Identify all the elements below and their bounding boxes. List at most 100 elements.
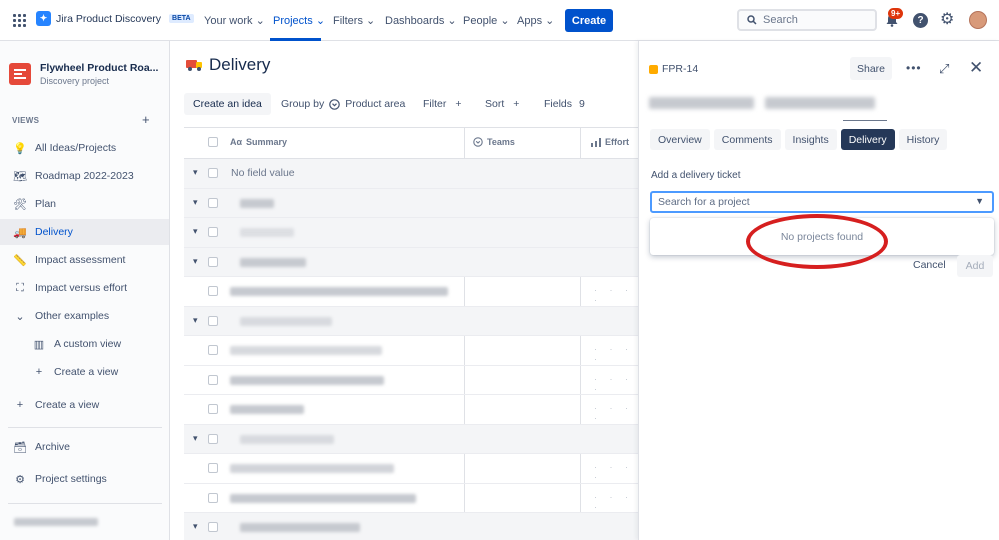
app-switcher-icon[interactable] xyxy=(13,14,26,27)
close-icon[interactable]: ✕ xyxy=(969,58,983,78)
group-row[interactable]: ▾ xyxy=(184,424,638,454)
row-checkbox[interactable] xyxy=(208,227,218,237)
sidebar-item-roadmap[interactable]: 🗺 Roadmap 2022-2023 xyxy=(0,163,169,189)
row-checkbox[interactable] xyxy=(208,374,218,385)
sidebar-item-create-view-nested[interactable]: + Create a view xyxy=(0,359,169,385)
project-search-select[interactable]: Search for a project ▼ xyxy=(650,191,994,213)
tab-comments[interactable]: Comments xyxy=(713,129,781,150)
nav-filters[interactable]: Filters ⌄ xyxy=(333,14,375,27)
give-feedback-link[interactable] xyxy=(14,518,98,526)
redacted-idea-title[interactable] xyxy=(765,97,875,109)
chevron-down-icon: ⌄ xyxy=(255,15,265,27)
fields-button[interactable]: Fields 9 xyxy=(544,93,585,115)
chevron-down-icon[interactable]: ▾ xyxy=(193,433,198,444)
group-row[interactable]: ▾ xyxy=(184,247,638,277)
redacted-group-label xyxy=(240,523,360,532)
sidebar-item-project-settings[interactable]: ⚙ Project settings xyxy=(0,466,169,492)
tab-overview[interactable]: Overview xyxy=(650,129,710,150)
nav-people[interactable]: People ⌄ xyxy=(463,14,510,27)
user-avatar[interactable] xyxy=(969,11,987,29)
tab-insights[interactable]: Insights xyxy=(784,129,837,150)
row-checkbox[interactable] xyxy=(208,463,218,473)
column-teams[interactable]: Teams xyxy=(473,137,515,147)
help-icon[interactable]: ? xyxy=(913,13,928,28)
search-input[interactable]: Search xyxy=(737,9,877,31)
filter-button[interactable]: Filter + xyxy=(423,93,461,115)
expand-icon[interactable]: ⤢ xyxy=(939,61,949,77)
sidebar-item-other-examples[interactable]: ⌄ Other examples xyxy=(0,303,169,329)
map-icon: 🗺 xyxy=(13,170,27,183)
row-checkbox[interactable] xyxy=(208,433,218,444)
effort-rating[interactable]: · · · · xyxy=(594,344,638,364)
sidebar-item-plan[interactable]: 🛠 Plan xyxy=(0,191,169,217)
more-options-icon[interactable]: ••• xyxy=(906,61,922,75)
issue-key[interactable]: FPR-14 xyxy=(649,63,698,75)
effort-rating[interactable]: · · · · xyxy=(594,462,638,482)
create-idea-button[interactable]: Create an idea xyxy=(184,93,271,115)
nav-projects[interactable]: Projects ⌄ xyxy=(273,14,325,27)
share-button[interactable]: Share xyxy=(850,57,892,80)
cancel-button[interactable]: Cancel xyxy=(913,259,946,271)
table-row[interactable]: · · · · xyxy=(184,395,638,425)
chevron-down-icon[interactable]: ▾ xyxy=(193,315,198,326)
sort-button[interactable]: Sort + xyxy=(485,93,519,115)
effort-rating[interactable]: · · · · xyxy=(594,403,638,423)
scatter-chart-icon: ⛶ xyxy=(16,281,24,294)
row-checkbox[interactable] xyxy=(208,492,218,503)
tab-history[interactable]: History xyxy=(898,129,948,150)
select-all-checkbox[interactable] xyxy=(208,137,218,147)
row-checkbox[interactable] xyxy=(208,315,218,326)
beta-badge: BETA xyxy=(169,14,194,23)
chevron-down-icon[interactable]: ▾ xyxy=(193,197,198,208)
table-row[interactable]: · · · · xyxy=(184,336,638,366)
tab-delivery[interactable]: Delivery xyxy=(840,129,895,150)
row-checkbox[interactable] xyxy=(208,522,218,532)
redacted-summary xyxy=(230,493,416,503)
project-name[interactable]: Flywheel Product Roa... xyxy=(40,62,158,74)
redacted-idea-title[interactable] xyxy=(649,97,754,109)
row-checkbox[interactable] xyxy=(208,197,218,208)
row-checkbox[interactable] xyxy=(208,404,218,414)
add-button[interactable]: Add xyxy=(957,255,993,277)
sidebar-item-impact-vs-effort[interactable]: ⛶ Impact versus effort xyxy=(0,275,169,301)
group-row[interactable]: ▾ No field value xyxy=(184,159,638,189)
create-button[interactable]: Create xyxy=(565,9,613,32)
chevron-down-icon[interactable]: ▾ xyxy=(193,167,198,178)
effort-rating[interactable]: · · · · xyxy=(594,492,638,512)
effort-rating[interactable]: · · · · xyxy=(594,285,638,305)
chevron-down-icon[interactable]: ▾ xyxy=(193,521,198,532)
row-checkbox[interactable] xyxy=(208,168,218,178)
chevron-down-icon[interactable]: ▾ xyxy=(193,226,198,237)
product-logo[interactable]: ✦ Jira Product Discovery BETA xyxy=(36,11,194,26)
group-by-button[interactable]: Group by Product area xyxy=(281,93,405,115)
group-row[interactable]: ▾ xyxy=(184,188,638,218)
sidebar-item-impact-assessment[interactable]: 📏 Impact assessment xyxy=(0,247,169,273)
sidebar-divider xyxy=(8,427,162,428)
table-row[interactable]: · · · · xyxy=(184,454,638,484)
sidebar-item-all-ideas[interactable]: 💡 All Ideas/Projects xyxy=(0,135,169,161)
row-checkbox[interactable] xyxy=(208,345,218,355)
nav-dashboards[interactable]: Dashboards ⌄ xyxy=(385,14,457,27)
group-row[interactable]: ▾ xyxy=(184,306,638,336)
group-row[interactable]: ▾ xyxy=(184,218,638,248)
effort-rating[interactable]: · · · · xyxy=(594,374,638,394)
settings-gear-icon[interactable]: ⚙ xyxy=(940,12,954,28)
sidebar-item-custom-view[interactable]: ▥ A custom view xyxy=(0,331,169,357)
table-row[interactable]: · · · · xyxy=(184,484,638,513)
row-checkbox[interactable] xyxy=(208,256,218,267)
group-row[interactable]: ▾ xyxy=(184,513,638,540)
row-checkbox[interactable] xyxy=(208,286,218,296)
group-by-label: Group by xyxy=(281,98,325,110)
sidebar-item-delivery[interactable]: 🚚 Delivery xyxy=(0,219,169,245)
sidebar-item-label: Roadmap 2022-2023 xyxy=(35,170,134,182)
nav-your-work[interactable]: Your work ⌄ xyxy=(204,14,265,27)
nav-apps[interactable]: Apps ⌄ xyxy=(517,14,554,27)
sidebar-item-archive[interactable]: 🗃 Archive xyxy=(0,434,169,460)
sidebar-item-create-view[interactable]: + Create a view xyxy=(0,392,169,418)
table-row[interactable]: · · · · xyxy=(184,277,638,307)
add-view-icon[interactable]: + xyxy=(142,112,150,127)
chevron-down-icon[interactable]: ▾ xyxy=(193,256,198,267)
column-effort[interactable]: Effort xyxy=(591,137,629,147)
table-row[interactable]: · · · · xyxy=(184,366,638,395)
column-summary[interactable]: Aα Summary xyxy=(230,137,287,147)
